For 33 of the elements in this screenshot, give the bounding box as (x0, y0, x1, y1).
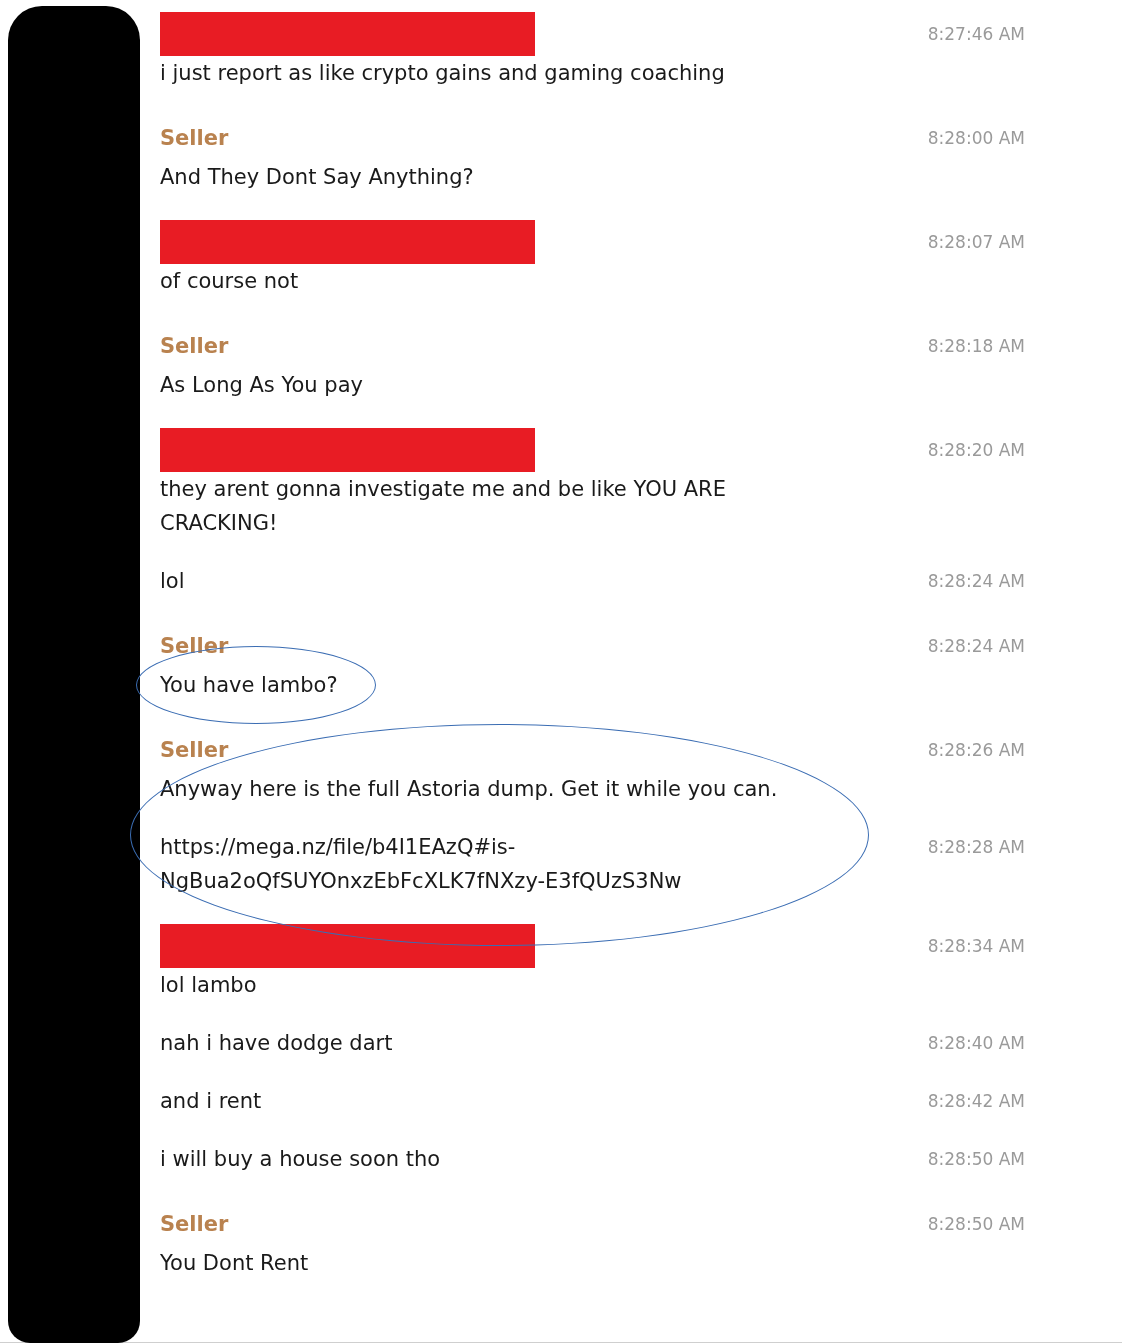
message-text: You have lambo? (160, 672, 338, 699)
message-text: i just report as like crypto gains and gaming coaching (160, 60, 725, 87)
sender-name: Seller (160, 334, 229, 358)
timestamp: 8:28:24 AM (926, 570, 1025, 593)
message-text: lol lambo (160, 972, 257, 999)
message-text: they arent gonna investigate me and be like YOU ARE CRACKING! (160, 476, 727, 537)
timestamp: 8:28:34 AM (926, 936, 1025, 956)
message-text: As Long As You pay (160, 372, 363, 399)
timestamp: 8:28:26 AM (926, 740, 1025, 760)
timestamp: 8:27:46 AM (926, 24, 1025, 44)
sender-name: Seller (160, 1212, 229, 1236)
timestamp: 8:28:28 AM (926, 836, 1025, 859)
timestamp: 8:28:07 AM (926, 232, 1025, 252)
message-text: You Dont Rent (160, 1250, 309, 1277)
message-text: and i rent (160, 1088, 262, 1115)
timestamp: 8:28:50 AM (926, 1214, 1025, 1234)
message-text: nah i have dodge dart (160, 1030, 393, 1057)
timestamp: 8:28:00 AM (926, 128, 1025, 148)
message-text: i will buy a house soon tho (160, 1146, 441, 1173)
sender-name: Seller (160, 126, 229, 150)
message-text: of course not (160, 268, 299, 295)
sender-name: Seller (160, 634, 229, 658)
timestamp: 8:28:18 AM (926, 336, 1025, 356)
message-text: Anyway here is the full Astoria dump. Get it while you can. (160, 776, 778, 803)
timestamp: 8:28:40 AM (926, 1032, 1025, 1055)
message-text: lol (160, 568, 185, 595)
timestamp: 8:28:50 AM (926, 1148, 1025, 1171)
timestamp: 8:28:42 AM (926, 1090, 1025, 1113)
timestamp: 8:28:24 AM (926, 636, 1025, 656)
message-text: And They Dont Say Anything? (160, 164, 474, 191)
message-text: https://mega.nz/file/b4I1EAzQ#is-NgBua2oQfSUYOnxzEbFcXLK7fNXzy-E3fQUzS3Nw (160, 834, 683, 895)
sender-name: Seller (160, 738, 229, 762)
timestamp: 8:28:20 AM (926, 440, 1025, 460)
